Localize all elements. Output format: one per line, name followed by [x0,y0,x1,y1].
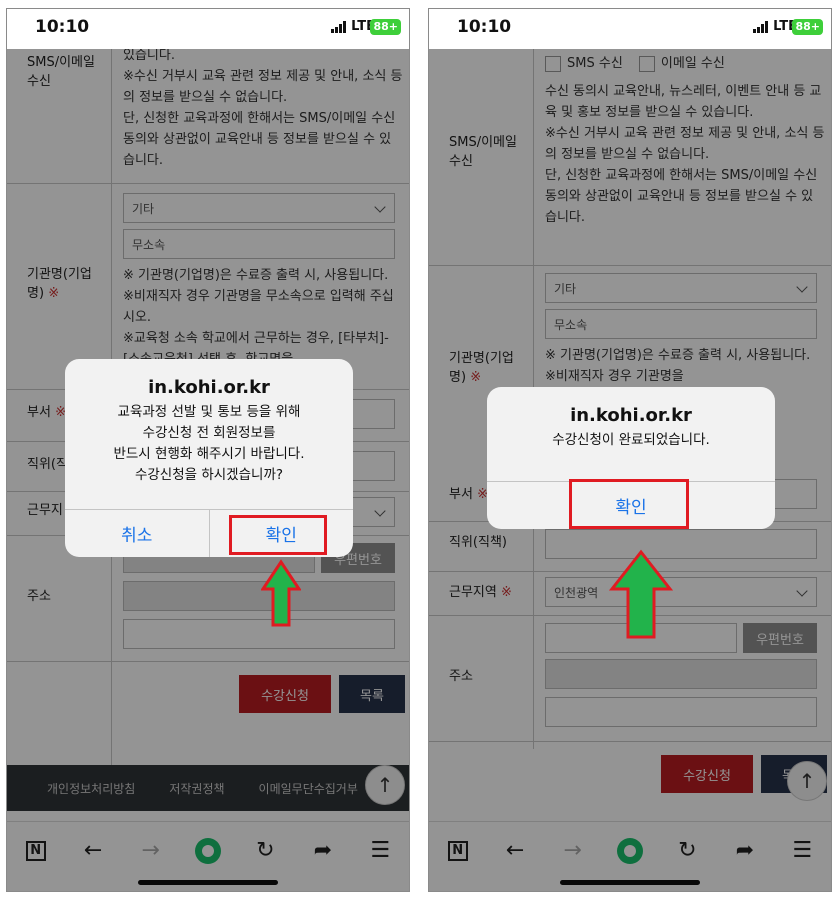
status-bar: 10:10 LTE 88+ [429,9,831,49]
battery-icon: 88+ [370,19,401,35]
status-time: 10:10 [35,17,90,37]
battery-icon: 88+ [792,19,823,35]
pointer-arrow-icon [609,549,673,639]
left-phone-screen: 10:10 LTE 88+ SMS/이메일 수신 있습니다. ※수신 거부시 교… [6,8,410,892]
status-bar: 10:10 LTE 88+ [7,9,409,49]
signal-indicator: LTE [753,19,797,34]
right-phone-screen: 10:10 LTE 88+ SMS 수신 이메일 수신 SMS/이메일 수신 수… [428,8,832,892]
dialog-title: in.kohi.or.kr [148,377,270,398]
pointer-arrow-icon [261,559,301,627]
dialog-message: 교육과정 선발 및 통보 등을 위해 수강신청 전 회원정보를 반드시 현행화 … [113,404,305,483]
signal-icon [331,20,347,33]
status-time: 10:10 [457,17,512,37]
signal-indicator: LTE [331,19,375,34]
cancel-button[interactable]: 취소 [65,510,209,557]
confirm-highlight-box [569,479,689,529]
confirm-highlight-box [229,515,327,555]
signal-icon [753,20,769,33]
dialog-title: in.kohi.or.kr [570,405,692,426]
dialog-message: 수강신청이 완료되었습니다. [552,432,710,448]
